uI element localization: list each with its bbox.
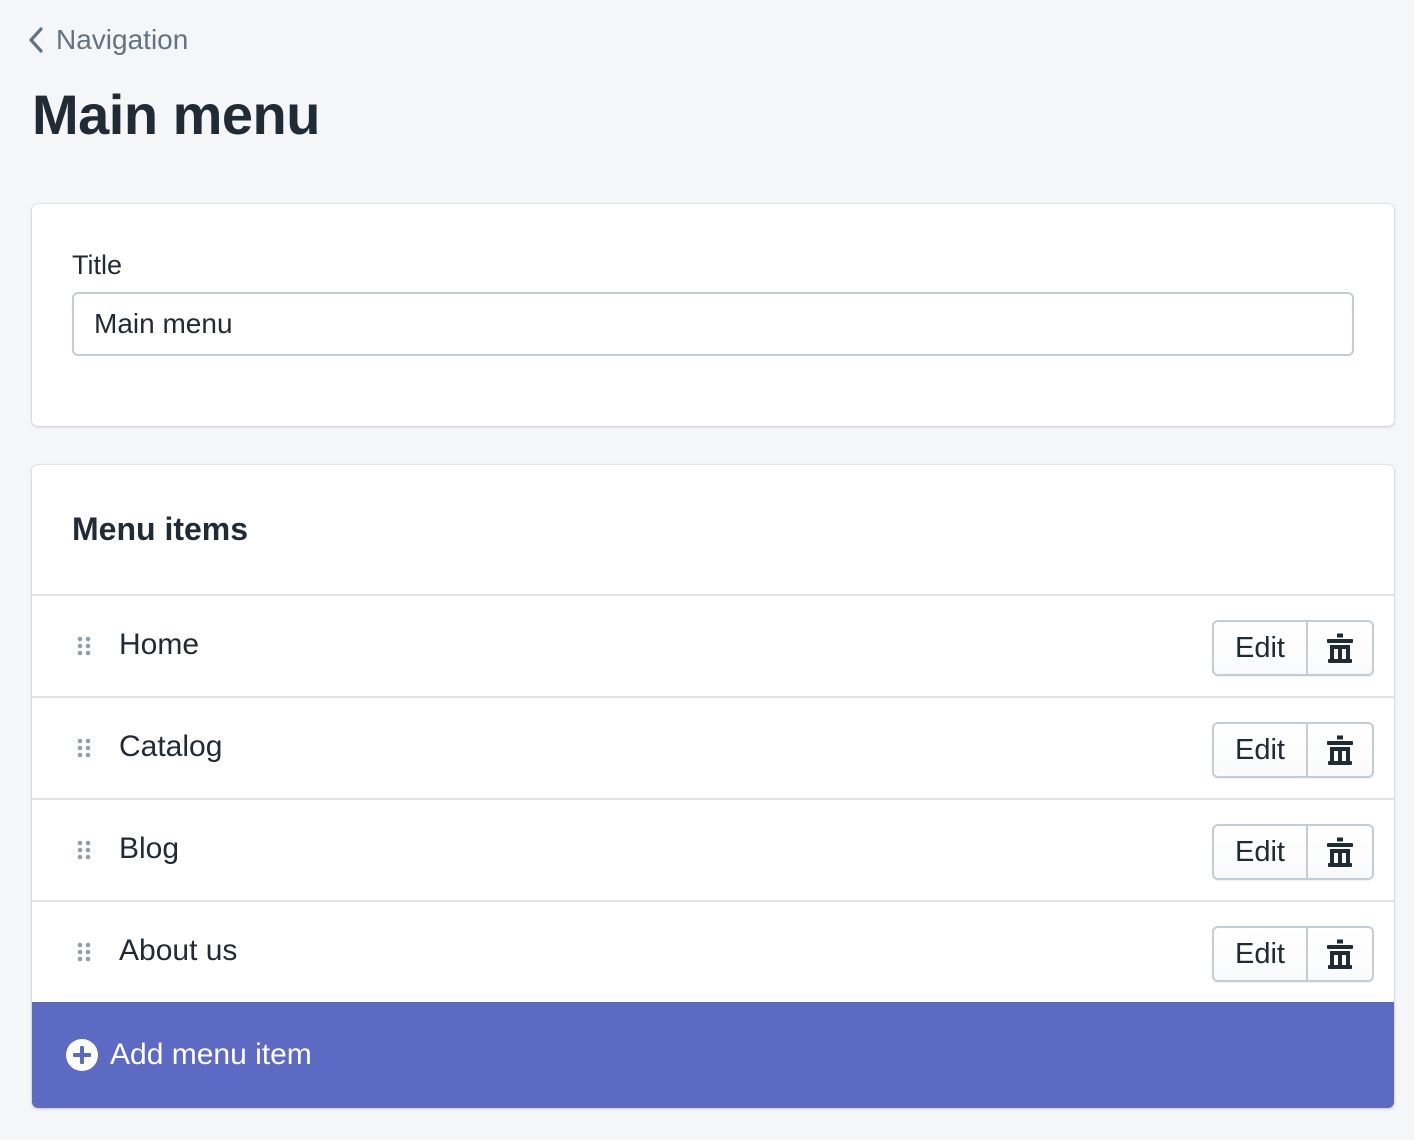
menu-item-about-us: About us Edit bbox=[32, 900, 1394, 1002]
delete-button[interactable] bbox=[1308, 928, 1372, 980]
add-menu-item-label: Add menu item bbox=[110, 1038, 312, 1071]
menu-item-label: Home bbox=[119, 628, 200, 661]
menu-item-catalog: Catalog Edit bbox=[32, 696, 1394, 798]
breadcrumb-label: Navigation bbox=[56, 24, 189, 55]
menu-item-label: About us bbox=[119, 934, 238, 967]
menu-item-actions: Edit bbox=[1212, 620, 1374, 676]
delete-button[interactable] bbox=[1308, 622, 1372, 674]
drag-handle-icon[interactable] bbox=[77, 942, 91, 962]
menu-item-home: Home Edit bbox=[32, 594, 1394, 696]
menu-item-actions: Edit bbox=[1212, 722, 1374, 778]
breadcrumb[interactable]: Navigation bbox=[28, 24, 188, 56]
menu-item-label: Catalog bbox=[119, 730, 223, 763]
edit-button[interactable]: Edit bbox=[1214, 622, 1308, 674]
menu-item-list: Home Edit Catalog Edit Blog Edit About u… bbox=[32, 594, 1394, 1002]
drag-handle-icon[interactable] bbox=[77, 840, 91, 860]
drag-handle-icon[interactable] bbox=[77, 636, 91, 656]
trash-icon bbox=[1327, 837, 1353, 867]
edit-button[interactable]: Edit bbox=[1214, 724, 1308, 776]
chevron-left-icon bbox=[29, 27, 43, 53]
edit-button[interactable]: Edit bbox=[1214, 826, 1308, 878]
menu-item-label: Blog bbox=[119, 832, 180, 865]
edit-button[interactable]: Edit bbox=[1214, 928, 1308, 980]
menu-item-actions: Edit bbox=[1212, 824, 1374, 880]
menu-item-actions: Edit bbox=[1212, 926, 1374, 982]
trash-icon bbox=[1327, 735, 1353, 765]
drag-handle-icon[interactable] bbox=[77, 738, 91, 758]
trash-icon bbox=[1327, 939, 1353, 969]
menu-items-card: Menu items Home Edit Catalog Edit Blog E… bbox=[32, 465, 1394, 1108]
title-label: Title bbox=[72, 250, 123, 280]
delete-button[interactable] bbox=[1308, 826, 1372, 878]
delete-button[interactable] bbox=[1308, 724, 1372, 776]
menu-items-heading: Menu items bbox=[72, 511, 249, 547]
page-title: Main menu bbox=[32, 83, 320, 146]
plus-circle-icon bbox=[66, 1039, 98, 1071]
menu-item-blog: Blog Edit bbox=[32, 798, 1394, 900]
title-card: Title bbox=[32, 204, 1394, 426]
trash-icon bbox=[1327, 633, 1353, 663]
title-input[interactable] bbox=[72, 292, 1354, 356]
add-menu-item-button[interactable]: Add menu item bbox=[32, 1002, 1394, 1108]
